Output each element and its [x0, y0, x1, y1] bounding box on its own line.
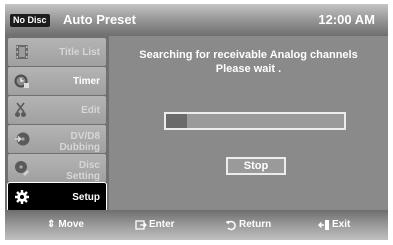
page-title: Auto Preset — [63, 12, 136, 27]
clock-icon — [14, 74, 29, 88]
auto-preset-screen: No Disc Auto Preset 12:00 AM Title List … — [5, 4, 388, 240]
scissors-icon — [15, 102, 26, 117]
hint-label: Return — [239, 219, 272, 230]
hint-label: Move — [58, 219, 84, 230]
status-message: Searching for receivable Analog channels — [139, 49, 358, 61]
sidebar-item-dv-dubbing[interactable]: DV/D8 Dubbing — [8, 125, 106, 153]
progress-fill — [166, 114, 188, 128]
sidebar-item-edit[interactable]: Edit — [8, 96, 106, 124]
return-icon — [225, 220, 236, 231]
main-panel: Searching for receivable Analog channels… — [109, 36, 388, 210]
dubbing-icon — [15, 132, 30, 146]
sidebar-item-label: Disc Setting — [66, 160, 100, 182]
sidebar-item-title-list[interactable]: Title List — [8, 38, 106, 66]
hint-label: Enter — [149, 219, 175, 230]
sidebar-item-label: Edit — [81, 104, 100, 116]
exit-icon — [318, 220, 329, 230]
stop-button[interactable]: Stop — [226, 157, 286, 175]
sidebar-item-disc-setting[interactable]: Disc Setting — [8, 154, 106, 182]
search-progress-bar — [164, 112, 346, 130]
sidebar: Title List Timer Edit DV/D8 Dubbing Disc… — [5, 36, 109, 212]
sidebar-item-timer[interactable]: Timer — [8, 67, 106, 95]
sidebar-item-label: Timer — [72, 75, 100, 87]
footer-bar: ⇕ Move Enter Return Exit — [5, 210, 388, 240]
hint-enter: Enter — [135, 218, 175, 232]
enter-icon — [135, 220, 147, 230]
clock: 12:00 AM — [318, 12, 375, 27]
sidebar-item-label: DV/D8 Dubbing — [59, 131, 100, 153]
film-strip-icon — [16, 45, 28, 59]
hint-move: ⇕ Move — [47, 218, 84, 232]
header-bar: No Disc Auto Preset 12:00 AM — [5, 4, 388, 36]
hint-label: Exit — [332, 219, 351, 230]
up-down-arrows-icon: ⇕ — [47, 219, 56, 230]
wait-message: Please wait . — [215, 63, 282, 75]
hint-exit: Exit — [318, 218, 350, 232]
disc-setting-icon — [15, 161, 29, 176]
sidebar-item-setup[interactable]: Setup — [7, 182, 107, 212]
sidebar-item-label: Title List — [59, 46, 100, 58]
sidebar-item-label: Setup — [72, 191, 100, 203]
disc-status-badge: No Disc — [10, 14, 50, 27]
gear-icon — [15, 190, 29, 204]
hint-return: Return — [225, 218, 271, 232]
